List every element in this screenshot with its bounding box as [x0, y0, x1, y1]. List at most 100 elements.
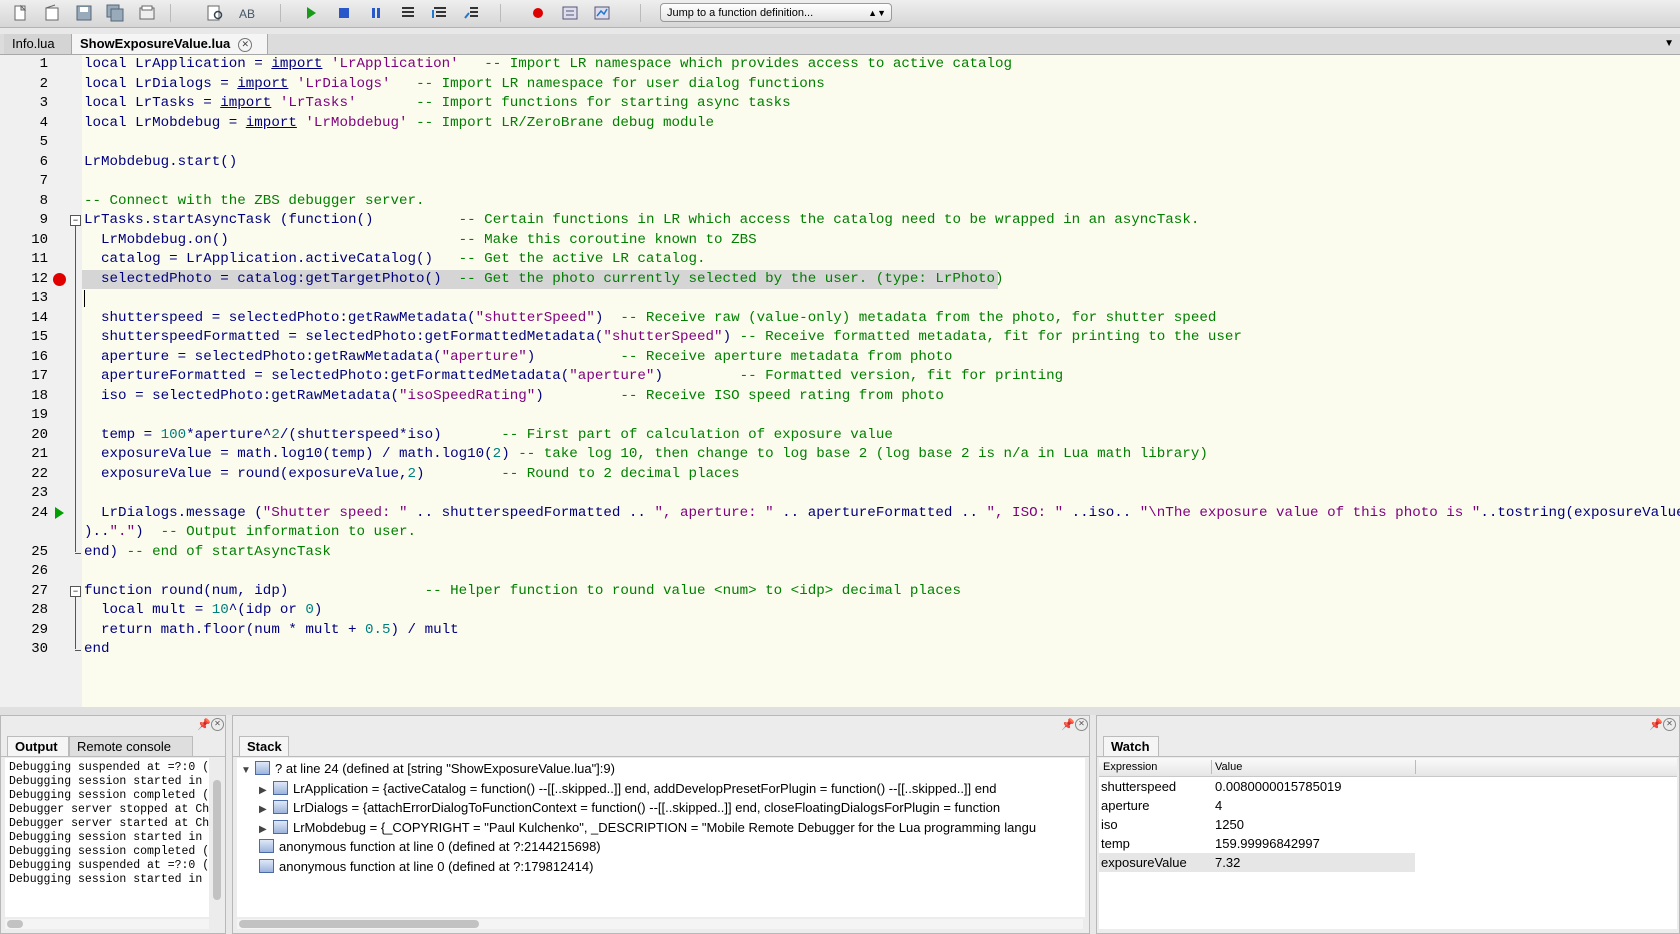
code-line[interactable]: LrDialogs.message ("Shutter speed: " .. … — [82, 504, 1680, 523]
stop-button[interactable] — [334, 3, 354, 23]
code-line[interactable]: exposureValue = math.log10(temp) / math.… — [82, 445, 1680, 464]
stack-row[interactable]: ▼ ? at line 24 (defined at [string "ShowE… — [241, 759, 615, 779]
breakpoint-icon[interactable] — [53, 272, 66, 286]
step-over-button[interactable] — [430, 3, 450, 23]
code-line[interactable]: end — [82, 640, 1680, 659]
gutter-line[interactable] — [0, 523, 82, 542]
find-button[interactable] — [205, 3, 225, 23]
pin-icon[interactable]: 📌 — [1649, 718, 1663, 731]
pin-icon[interactable]: 📌 — [1061, 718, 1075, 731]
step-out-button[interactable] — [462, 3, 482, 23]
output-horizontal-scrollbar[interactable] — [5, 919, 209, 929]
code-line[interactable] — [82, 172, 1680, 191]
close-panel-icon[interactable]: ✕ — [1663, 718, 1676, 731]
gutter-line[interactable]: 17 — [0, 367, 82, 386]
gutter-line[interactable]: 21 — [0, 445, 82, 464]
gutter-line[interactable]: 6 — [0, 153, 82, 172]
gutter-line[interactable]: 10 — [0, 231, 82, 250]
gutter-line[interactable]: 18 — [0, 387, 82, 406]
stack-row[interactable]: anonymous function at line 0 (defined at… — [259, 837, 601, 857]
break-button[interactable] — [366, 3, 386, 23]
code-line[interactable]: exposureValue = round(exposureValue,2) -… — [82, 465, 1680, 484]
code-line[interactable]: aperture = selectedPhoto:getRawMetadata(… — [82, 348, 1680, 367]
gutter-line[interactable]: 26 — [0, 562, 82, 581]
expanded-triangle-icon[interactable]: ▼ — [241, 761, 255, 781]
code-line[interactable]: )..".") -- Output information to user. — [82, 523, 1680, 542]
panel-splitter[interactable] — [0, 707, 1680, 715]
expression-column-header[interactable]: Expression — [1103, 758, 1157, 776]
code-line[interactable]: apertureFormatted = selectedPhoto:getFor… — [82, 367, 1680, 386]
code-line[interactable] — [82, 289, 1680, 308]
gutter-line[interactable]: 14 — [0, 309, 82, 328]
code-line[interactable]: return math.floor(num * mult + 0.5) / mu… — [82, 621, 1680, 640]
code-line[interactable]: local LrApplication = import 'LrApplicat… — [82, 55, 1680, 74]
pin-icon[interactable]: 📌 — [197, 718, 211, 731]
replace-button[interactable]: AB — [237, 3, 257, 23]
watch-row[interactable]: shutterspeed 0.0080000015785019 — [1099, 777, 1415, 796]
code-editor[interactable]: 1 2 3 4 5 6 7 8 9 10 11 12 13 14 15 16 17 18 19 20 21 22 23 24 2… — [0, 55, 1680, 707]
code-line[interactable]: -- Connect with the ZBS debugger server. — [82, 192, 1680, 211]
project-directory-button[interactable] — [137, 3, 157, 23]
gutter-line[interactable]: 12 — [0, 270, 82, 289]
gutter-line[interactable]: 24 — [0, 504, 82, 523]
scroll-thumb[interactable] — [7, 920, 23, 928]
gutter-line[interactable]: 20 — [0, 426, 82, 445]
value-column-header[interactable]: Value — [1215, 758, 1242, 776]
gutter-line[interactable]: 8 — [0, 192, 82, 211]
watch-list[interactable]: Expression Value shutterspeed 0.008000001… — [1099, 758, 1677, 929]
close-tab-icon[interactable]: ✕ — [238, 37, 253, 52]
gutter-line[interactable]: 3 — [0, 94, 82, 113]
run-button[interactable] — [301, 3, 321, 23]
column-divider[interactable] — [1415, 760, 1416, 774]
toggle-breakpoint-button[interactable] — [528, 3, 548, 23]
tab-info-lua[interactable]: Info.lua — [4, 34, 72, 54]
stack-horizontal-scrollbar[interactable] — [237, 919, 1083, 929]
stack-window-button[interactable] — [560, 3, 580, 23]
stack-row[interactable]: ▶ LrMobdebug = {_COPYRIGHT = "Paul Kulche… — [259, 818, 1036, 838]
stack-row[interactable]: ▶ LrDialogs = {attachErrorDialogToFunctio… — [259, 798, 1000, 818]
stack-tree[interactable]: ▼ ? at line 24 (defined at [string "ShowE… — [237, 758, 1085, 917]
code-line[interactable]: catalog = LrApplication.activeCatalog() … — [82, 250, 1680, 269]
code-line[interactable]: local LrDialogs = import 'LrDialogs' -- … — [82, 75, 1680, 94]
gutter-line[interactable]: 2 — [0, 75, 82, 94]
tab-stack[interactable]: Stack — [239, 736, 289, 756]
tab-list-chevron-icon[interactable]: ▼ — [1664, 38, 1674, 49]
gutter-line[interactable]: 16 — [0, 348, 82, 367]
code-line[interactable]: shutterspeedFormatted = selectedPhoto:ge… — [82, 328, 1680, 347]
gutter-line[interactable]: 19 — [0, 406, 82, 425]
close-panel-icon[interactable]: ✕ — [1075, 718, 1088, 731]
gutter-line[interactable]: 5 — [0, 133, 82, 152]
gutter-line[interactable]: 30 — [0, 640, 82, 659]
tab-output[interactable]: Output — [7, 736, 69, 756]
stack-row[interactable]: ▶ LrApplication = {activeCatalog = functi… — [259, 779, 996, 799]
gutter-line[interactable]: 23 — [0, 484, 82, 503]
gutter-line[interactable]: 29 — [0, 621, 82, 640]
code-line[interactable]: local LrTasks = import 'LrTasks' -- Impo… — [82, 94, 1680, 113]
gutter-line[interactable]: 25 — [0, 543, 82, 562]
new-file-button[interactable] — [10, 3, 30, 23]
stack-row[interactable]: anonymous function at line 0 (defined at… — [259, 857, 593, 877]
step-into-button[interactable] — [398, 3, 418, 23]
save-button[interactable] — [74, 3, 94, 23]
gutter-line[interactable]: 4 — [0, 114, 82, 133]
fold-toggle-icon[interactable]: − — [70, 215, 81, 226]
code-line[interactable]: end) -- end of startAsyncTask — [82, 543, 1680, 562]
gutter-line[interactable]: 7 — [0, 172, 82, 191]
code-line[interactable] — [82, 406, 1680, 425]
gutter-line[interactable]: 15 — [0, 328, 82, 347]
output-log[interactable]: Debugging suspended at =?:0 (Debugging s… — [5, 758, 209, 917]
save-all-button[interactable] — [105, 3, 125, 23]
column-divider[interactable] — [1211, 760, 1212, 774]
tab-showexposurevalue-lua[interactable]: ShowExposureValue.lua ✕ — [72, 34, 268, 54]
code-area[interactable]: local LrApplication = import 'LrApplicat… — [82, 55, 1680, 707]
code-line[interactable]: LrMobdebug.start() — [82, 153, 1680, 172]
code-line[interactable]: function round(num, idp) -- Helper funct… — [82, 582, 1680, 601]
gutter-line[interactable]: 22 — [0, 465, 82, 484]
watch-window-button[interactable] — [592, 3, 612, 23]
watch-row[interactable]: exposureValue 7.32 — [1099, 853, 1415, 872]
code-line[interactable] — [82, 562, 1680, 581]
scroll-thumb[interactable] — [239, 920, 479, 928]
open-file-button[interactable] — [42, 3, 62, 23]
code-line[interactable] — [82, 133, 1680, 152]
close-panel-icon[interactable]: ✕ — [211, 718, 224, 731]
